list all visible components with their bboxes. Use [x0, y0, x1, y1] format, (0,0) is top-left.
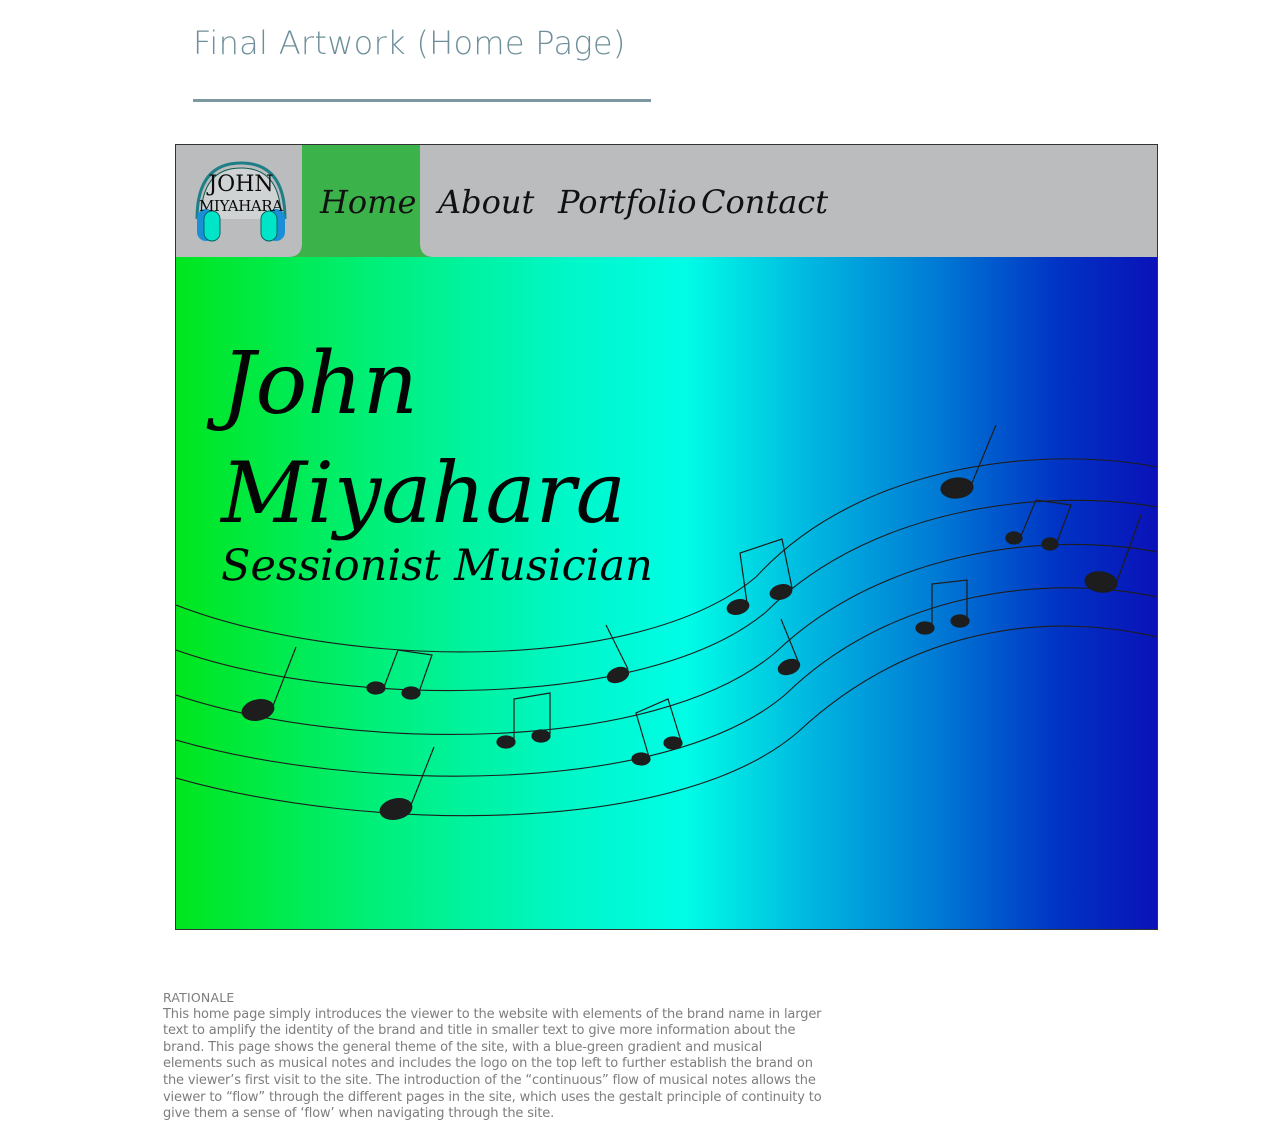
rationale-title: RATIONALE: [163, 990, 235, 1005]
rationale-section: RATIONALE This home page simply introduc…: [163, 990, 823, 1123]
rationale-body: This home page simply introduces the vie…: [163, 1006, 822, 1122]
logo-text-line1: JOHN: [206, 172, 273, 197]
website-mockup: JOHN MIYAHARA Home About Portfolio Conta…: [175, 144, 1158, 930]
nav-item-contact[interactable]: Contact: [701, 183, 828, 221]
hero-name-line1: John: [221, 334, 419, 434]
nav-item-about[interactable]: About: [438, 183, 534, 221]
hero-subtitle: Sessionist Musician: [221, 541, 653, 591]
logo[interactable]: JOHN MIYAHARA: [188, 153, 294, 249]
page-heading: Final Artwork (Home Page): [193, 24, 626, 62]
navigation-bar: JOHN MIYAHARA Home About Portfolio Conta…: [176, 145, 1157, 257]
nav-item-portfolio[interactable]: Portfolio: [558, 183, 697, 221]
nav-tab-curve-right: [420, 243, 434, 257]
hero-banner: John Miyahara Sessionist Musician: [176, 257, 1157, 929]
hero-name-line2: Miyahara: [221, 444, 626, 542]
heading-divider: [193, 99, 651, 102]
logo-text-line2: MIYAHARA: [199, 197, 283, 215]
nav-item-home[interactable]: Home: [320, 183, 416, 221]
